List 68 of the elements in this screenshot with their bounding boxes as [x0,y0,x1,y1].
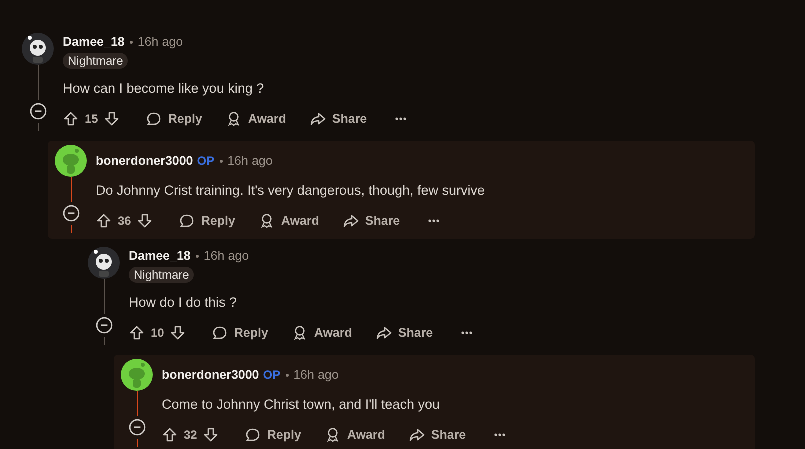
share-icon [310,111,326,127]
user-flair: Nightmare [129,267,194,283]
separator-dot-icon [286,374,289,376]
comment-text: How can I become like you king ? [63,80,266,98]
speech-bubble-icon [179,213,196,229]
comment-text: Come to Johnny Christ town, and I'll teach you [162,396,441,414]
reply-button[interactable]: Reply [239,424,308,446]
avatar-icon[interactable] [22,33,54,65]
award-button[interactable]: Award [319,424,392,446]
more-options-icon[interactable] [494,433,506,437]
timestamp: 16h ago [138,35,184,49]
comment-text: How do I do this ? [129,294,238,312]
separator-dot-icon [130,40,133,44]
vote-count: 36 [118,214,132,228]
more-options-icon[interactable] [428,219,440,223]
username[interactable]: bonerdoner3000 [162,368,260,382]
share-button[interactable]: Share [370,322,440,344]
avatar-icon[interactable] [55,145,87,177]
award-button[interactable]: Award [220,108,292,130]
share-button[interactable]: Share [403,424,472,446]
downvote-icon[interactable] [203,427,220,443]
award-icon [259,213,276,229]
share-icon [409,427,426,443]
more-options-icon[interactable] [395,117,408,121]
reply-button[interactable]: Reply [206,322,274,344]
upvote-icon[interactable] [162,427,178,443]
separator-dot-icon [196,254,199,258]
award-icon [226,111,242,127]
award-icon [292,325,308,341]
collapse-icon[interactable] [128,419,146,436]
op-label: OP [197,154,215,168]
vote-count: 10 [151,326,164,340]
upvote-icon[interactable] [96,213,112,229]
downvote-icon[interactable] [137,213,154,229]
speech-bubble-icon [146,111,162,127]
timestamp: 16h ago [294,368,339,382]
share-button[interactable]: Share [337,210,406,232]
award-button[interactable]: Award [253,210,326,232]
user-flair: Nightmare [63,53,128,69]
downvote-icon[interactable] [104,111,120,127]
share-icon [343,213,360,229]
avatar-icon[interactable] [88,247,120,279]
upvote-icon[interactable] [63,111,79,127]
comment-text: Do Johnny Crist training. It's very dangerous, though, few survive [96,182,486,200]
avatar-icon[interactable] [121,359,153,391]
timestamp: 16h ago [204,249,250,263]
award-button[interactable]: Award [286,322,358,344]
speech-bubble-icon [245,427,262,443]
share-icon [376,325,392,341]
downvote-icon[interactable] [170,325,186,341]
collapse-icon[interactable] [62,205,80,222]
reply-button[interactable]: Reply [140,108,208,130]
vote-count: 32 [184,428,198,442]
collapse-icon[interactable] [96,317,112,334]
separator-dot-icon [220,160,223,162]
speech-bubble-icon [212,325,228,341]
timestamp: 16h ago [228,154,273,168]
share-button[interactable]: Share [304,108,374,130]
collapse-icon[interactable] [30,103,46,120]
op-label: OP [263,368,281,382]
upvote-icon[interactable] [129,325,145,341]
reply-button[interactable]: Reply [173,210,242,232]
username[interactable]: bonerdoner3000 [96,154,194,168]
more-options-icon[interactable] [461,331,474,335]
vote-count: 15 [85,112,98,126]
award-icon [325,427,342,443]
username[interactable]: Damee_18 [63,35,125,49]
username[interactable]: Damee_18 [129,249,191,263]
